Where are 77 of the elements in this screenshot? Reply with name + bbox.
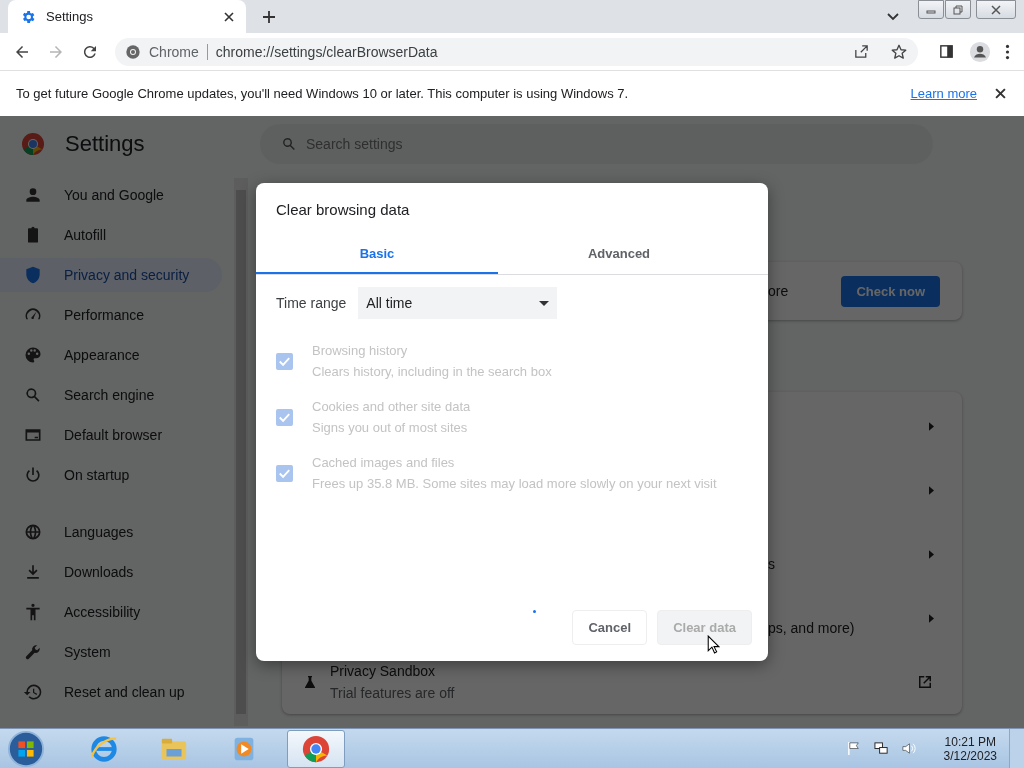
sidebar-item[interactable]: Accessibility (0, 595, 222, 629)
sidebar-item[interactable]: You and Google (0, 178, 222, 212)
arrow-right-icon[interactable] (929, 485, 934, 495)
speaker-icon[interactable] (900, 741, 916, 756)
sidebar-item[interactable]: Autofill (0, 218, 222, 252)
close-icon[interactable] (224, 11, 234, 22)
external-link-icon[interactable] (916, 673, 934, 691)
option-description: Frees up 35.8 MB. Some sites may load more slowly on your next visit (312, 476, 717, 491)
clock[interactable]: 10:21 PM 3/12/2023 (943, 734, 997, 763)
close-button[interactable] (976, 0, 1016, 19)
site-name: Chrome (149, 43, 199, 60)
mouse-pointer-icon (707, 635, 720, 654)
plus-icon[interactable] (263, 10, 275, 23)
chevron-down-icon[interactable] (887, 12, 899, 21)
star-icon[interactable] (890, 42, 908, 61)
cancel-button[interactable]: Cancel (572, 610, 648, 645)
restore-icon (953, 4, 963, 15)
scrollbar[interactable] (234, 178, 248, 726)
sidebar-item[interactable]: Reset and clean up (0, 675, 222, 709)
arrow-right-icon[interactable] (929, 421, 934, 431)
check-now-button[interactable]: Check now (841, 275, 940, 307)
dropdown-arrow-icon (539, 300, 550, 306)
row-subtitle: s (768, 556, 775, 572)
sidebar-item[interactable]: Search engine (0, 378, 222, 412)
sidebar-item[interactable]: Languages (0, 515, 222, 549)
network-icon[interactable] (873, 741, 889, 756)
card-text: ore (768, 283, 789, 299)
learn-more-link[interactable]: Learn more (910, 86, 977, 101)
arrow-right-icon[interactable] (929, 549, 934, 559)
menu-icon[interactable] (1005, 43, 1010, 60)
start-button[interactable] (7, 729, 45, 768)
privacy-sandbox-title: Privacy Sandbox (330, 663, 437, 679)
settings-title: Settings (65, 131, 146, 157)
gear-icon (20, 8, 36, 25)
accessibility-icon (23, 602, 43, 622)
chrome-logo-icon (21, 132, 45, 156)
flask-icon (302, 674, 318, 690)
option-title: Browsing history (312, 343, 409, 358)
time-range-label: Time range (276, 295, 347, 311)
option-title: Cached images and files (312, 455, 456, 470)
person-icon (23, 185, 43, 205)
row-subtitle: ps, and more) (768, 620, 855, 636)
option-title: Cookies and other site data (312, 399, 471, 414)
wrench-icon (23, 642, 43, 662)
shield-icon (23, 265, 43, 285)
globe-icon (23, 522, 43, 542)
privacy-sandbox-status: Trial features are off (330, 685, 455, 701)
share-icon[interactable] (853, 43, 870, 60)
sidebar-item[interactable]: Privacy and security (0, 258, 222, 292)
sidebar-item[interactable]: Appearance (0, 338, 222, 372)
address-bar[interactable]: Chrome chrome://settings/clearBrowserData (115, 37, 918, 66)
flag-icon[interactable] (846, 741, 862, 756)
url-text: chrome://settings/clearBrowserData (215, 43, 438, 60)
sidebar-item[interactable]: Performance (0, 298, 222, 332)
taskbar-app[interactable] (287, 729, 345, 768)
side-panel-icon[interactable] (938, 43, 955, 60)
sidebar-item[interactable]: Downloads (0, 555, 222, 589)
close-icon (991, 4, 1001, 15)
sidebar-item[interactable]: System (0, 635, 222, 669)
minimize-button[interactable] (918, 0, 944, 19)
dialog-tab[interactable]: Advanced (498, 235, 740, 274)
close-icon[interactable] (995, 88, 1006, 99)
power-icon (23, 465, 43, 485)
internet-explorer-icon (89, 733, 119, 764)
restore-button[interactable] (945, 0, 971, 19)
dialog-tab[interactable]: Basic (256, 235, 498, 274)
update-message: To get future Google Chrome updates, you'll need Windows 10 or later. This computer is using Windows 7. (16, 86, 629, 101)
sidebar-item[interactable]: On startup (0, 458, 222, 492)
time-range-select[interactable]: All time (358, 287, 558, 319)
history-icon (23, 682, 43, 702)
profile-icon[interactable] (969, 40, 991, 63)
palette-icon (23, 345, 43, 365)
browser-tab[interactable]: Settings (8, 0, 246, 33)
sidebar-item[interactable]: Default browser (0, 418, 222, 452)
arrow-right-icon[interactable] (929, 613, 934, 623)
dialog-title: Clear browsing data (275, 200, 411, 220)
option-description: Signs you out of most sites (312, 420, 469, 435)
